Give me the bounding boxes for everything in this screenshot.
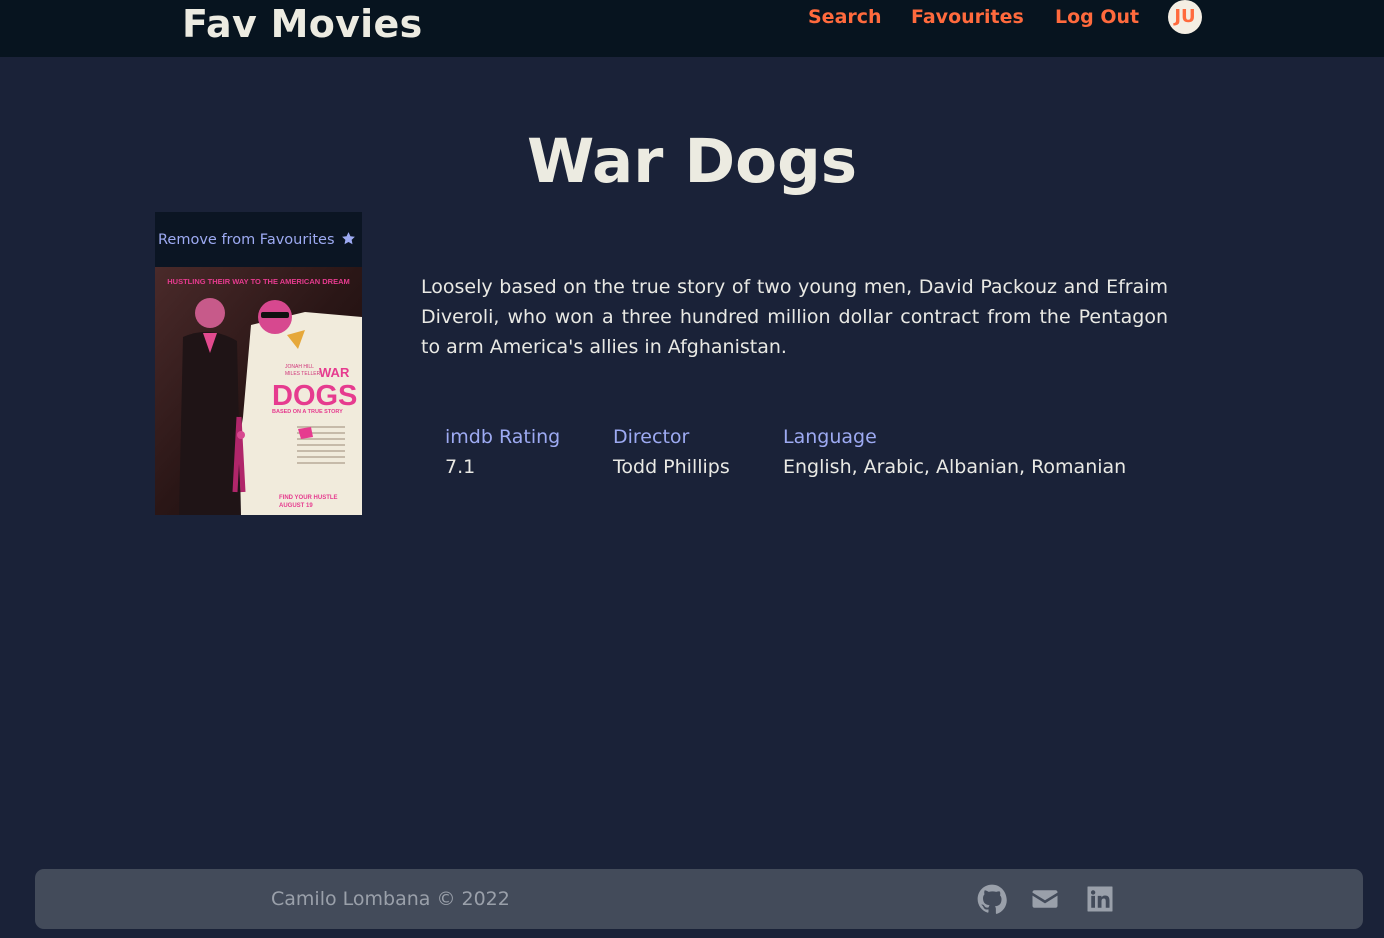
poster-cast-1: JONAH HILL <box>285 364 314 370</box>
movie-poster: HUSTLING THEIR WAY TO THE AMERICAN DREAM… <box>155 267 362 515</box>
nav-favourites-link[interactable]: Favourites <box>911 5 1024 29</box>
star-icon <box>341 231 356 251</box>
poster-tagline: HUSTLING THEIR WAY TO THE AMERICAN DREAM <box>167 277 350 286</box>
language-value: English, Arabic, Albanian, Romanian <box>783 456 1127 478</box>
poster-cast-2: MILES TELLER <box>285 371 321 377</box>
poster-title-1: WAR <box>319 365 350 380</box>
poster-bottom-line-1: FIND YOUR HUSTLE <box>279 495 338 501</box>
poster-subtitle: BASED ON A TRUE STORY <box>272 409 343 415</box>
remove-favourite-label: Remove from Favourites <box>158 232 335 248</box>
user-avatar[interactable]: JU <box>1168 0 1202 34</box>
copyright-text: Camilo Lombana © 2022 <box>271 888 510 910</box>
poster-bottom-line-2: AUGUST 19 <box>279 503 313 509</box>
github-icon[interactable] <box>977 884 1007 914</box>
favourite-panel: Remove from Favourites <box>155 212 362 267</box>
mail-icon[interactable] <box>1030 884 1060 914</box>
director-value: Todd Phillips <box>613 456 730 478</box>
rating-value: 7.1 <box>445 456 476 478</box>
rating-label: imdb Rating <box>445 426 561 448</box>
director-label: Director <box>613 426 690 448</box>
linkedin-icon[interactable] <box>1085 884 1115 914</box>
movie-plot: Loosely based on the true story of two y… <box>421 276 1168 358</box>
nav-search-link[interactable]: Search <box>808 5 882 29</box>
language-label: Language <box>783 426 877 448</box>
movie-title: War Dogs <box>526 126 858 197</box>
footer: Camilo Lombana © 2022 <box>35 869 1363 929</box>
poster-title-2: DOGS <box>272 380 357 412</box>
nav-logout-link[interactable]: Log Out <box>1055 5 1139 29</box>
brand-logo[interactable]: Fav Movies <box>182 2 422 46</box>
navbar: Fav Movies Search Favourites Log Out JU <box>0 0 1384 57</box>
remove-favourite-button[interactable]: Remove from Favourites <box>158 231 356 251</box>
